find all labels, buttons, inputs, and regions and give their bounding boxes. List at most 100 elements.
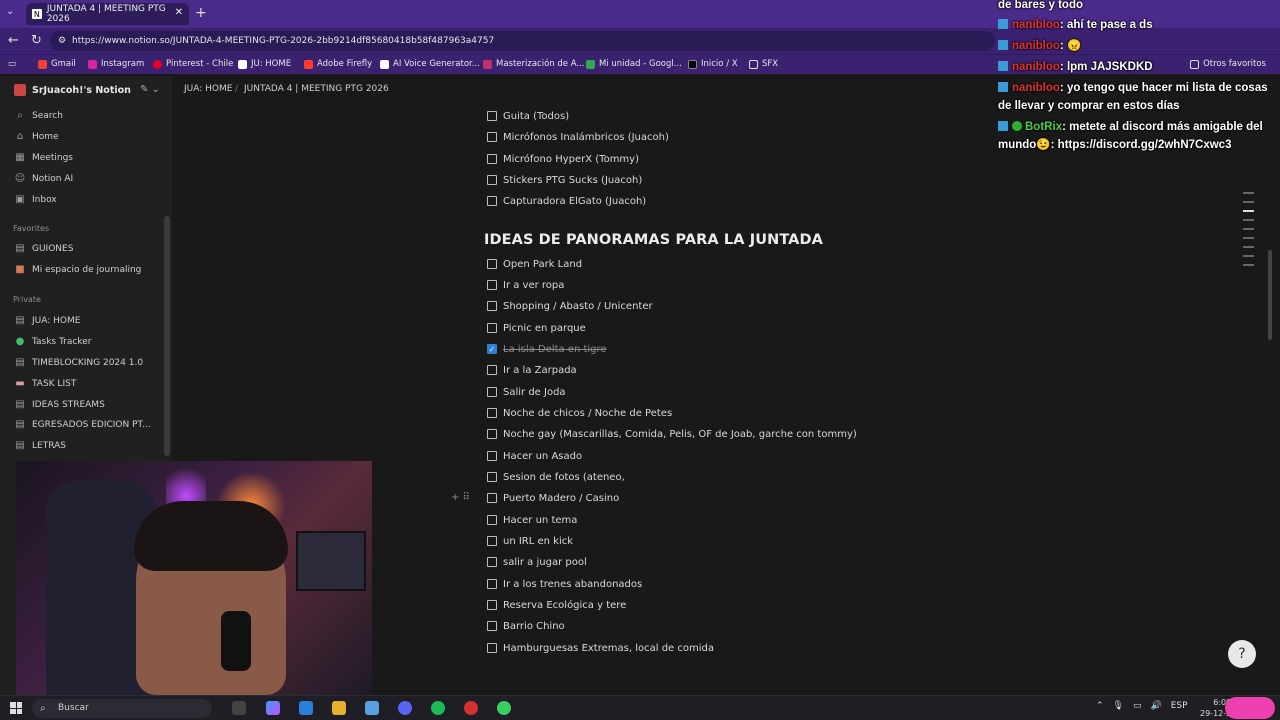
todo-item[interactable]: Stickers PTG Sucks (Juacoh): [487, 172, 642, 188]
breadcrumb-current[interactable]: JUNTADA 4 | MEETING PTG 2026: [244, 84, 389, 94]
bookmark-masterizacion[interactable]: Masterización de A...: [483, 59, 584, 69]
outline-marker[interactable]: [1243, 264, 1254, 266]
todo-item[interactable]: Ir a la Zarpada: [487, 362, 577, 378]
spotify-icon[interactable]: [431, 701, 445, 715]
language-indicator[interactable]: ESP: [1171, 701, 1188, 711]
tab-menu-icon[interactable]: ⌄: [6, 6, 14, 17]
workspace-switcher[interactable]: SrJuacoh!'s Notion: [14, 84, 131, 96]
outline-marker[interactable]: [1243, 219, 1254, 221]
checkbox[interactable]: [487, 365, 497, 375]
checkbox[interactable]: [487, 643, 497, 653]
app-icon[interactable]: [497, 701, 511, 715]
volume-icon[interactable]: 🔊: [1151, 701, 1162, 711]
breadcrumb-root[interactable]: JUA: HOME: [184, 84, 232, 94]
copilot-icon[interactable]: [266, 701, 280, 715]
checkbox[interactable]: [487, 515, 497, 525]
checked-checkbox-icon[interactable]: ✓: [487, 344, 497, 354]
todo-item[interactable]: Guita (Todos): [487, 108, 569, 124]
bookmark-sfx[interactable]: SFX: [749, 59, 778, 69]
sidebar-item-guiones[interactable]: ▤ GUIONES: [14, 243, 73, 254]
sidebar-item-timeblocking[interactable]: ▤ TIMEBLOCKING 2024 1.0: [14, 357, 143, 368]
outline-marker[interactable]: [1243, 201, 1254, 203]
sidebar-item-journaling[interactable]: ■ Mi espacio de journaling: [14, 264, 141, 275]
task-view-icon[interactable]: [232, 701, 246, 715]
obs-icon[interactable]: [464, 701, 478, 715]
todo-item[interactable]: Micrófonos Inalámbricos (Juacoh): [487, 129, 669, 145]
todo-item[interactable]: Barrio Chino: [487, 618, 565, 634]
help-icon[interactable]: ?: [1228, 640, 1256, 668]
bookmark-ju-home[interactable]: JU: HOME: [238, 59, 291, 69]
bookmark-gmail[interactable]: Gmail: [38, 59, 76, 69]
checkbox[interactable]: [487, 557, 497, 567]
todo-item[interactable]: Noche de chicos / Noche de Petes: [487, 405, 672, 421]
bookmark-x[interactable]: Inicio / X: [688, 59, 738, 69]
checkbox[interactable]: [487, 132, 497, 142]
sidebar-item-inbox[interactable]: ▣ Inbox: [14, 194, 56, 205]
outline-marker[interactable]: [1243, 192, 1254, 194]
sidebar-item-task-list[interactable]: ▬ TASK LIST: [14, 378, 76, 389]
network-icon[interactable]: ▭: [1133, 701, 1142, 711]
checkbox[interactable]: [487, 387, 497, 397]
url-field[interactable]: ⚙ https://www.notion.so/JUNTADA-4-MEETIN…: [50, 31, 995, 51]
sidebar-item-ideas-streams[interactable]: ▤ IDEAS STREAMS: [14, 399, 105, 410]
checkbox[interactable]: [487, 259, 497, 269]
todo-item[interactable]: Micrófono HyperX (Tommy): [487, 151, 639, 167]
todo-item[interactable]: Picnic en parque: [487, 320, 586, 336]
discord-icon[interactable]: [398, 701, 412, 715]
site-info-icon[interactable]: ⚙: [58, 31, 66, 51]
todo-item[interactable]: Puerto Madero / Casino: [487, 490, 619, 506]
file-explorer-icon[interactable]: [332, 701, 346, 715]
drag-handle-icon[interactable]: + ⠿: [451, 492, 470, 503]
todo-item[interactable]: Hacer un tema: [487, 512, 577, 528]
checkbox[interactable]: [487, 323, 497, 333]
todo-item[interactable]: un IRL en kick: [487, 533, 573, 549]
reload-icon[interactable]: ↻: [31, 33, 42, 48]
outline-marker[interactable]: [1243, 237, 1254, 239]
checkbox[interactable]: [487, 111, 497, 121]
outline-marker[interactable]: [1243, 255, 1254, 257]
new-page-icon[interactable]: ✎ ⌄: [140, 84, 160, 95]
checkbox[interactable]: [487, 536, 497, 546]
sidebar-item-notion-ai[interactable]: ☺ Notion AI: [14, 173, 73, 184]
checkbox[interactable]: [487, 280, 497, 290]
bookmark-google-drive[interactable]: Mi unidad - Googl...: [586, 59, 682, 69]
windows-start-icon[interactable]: [10, 702, 22, 714]
checkbox[interactable]: [487, 175, 497, 185]
sidebar-scrollbar[interactable]: [164, 216, 170, 456]
close-tab-icon[interactable]: ✕: [175, 7, 183, 18]
todo-item[interactable]: Sesion de fotos (ateneo,: [487, 469, 625, 485]
microphone-icon[interactable]: 🎙: [1113, 701, 1124, 711]
sidebar-item-meetings[interactable]: ▦ Meetings: [14, 152, 73, 163]
todo-item[interactable]: Ir a los trenes abandonados: [487, 576, 642, 592]
browser-tab[interactable]: N JUNTADA 4 | MEETING PTG 2026 ✕: [26, 3, 189, 25]
new-tab-icon[interactable]: +: [195, 5, 207, 21]
todo-item[interactable]: Capturadora ElGato (Juacoh): [487, 193, 646, 209]
checkbox[interactable]: [487, 154, 497, 164]
bookmarks-menu-icon[interactable]: ▭: [8, 59, 16, 69]
sidebar-item-tasks-tracker[interactable]: ● Tasks Tracker: [14, 336, 92, 347]
bookmark-pinterest[interactable]: Pinterest - Chile: [153, 59, 233, 69]
edge-icon[interactable]: [299, 701, 313, 715]
checkbox[interactable]: [487, 600, 497, 610]
todo-item[interactable]: Hamburguesas Extremas, local de comida: [487, 640, 714, 656]
page-scrollbar[interactable]: [1268, 250, 1272, 340]
checkbox[interactable]: [487, 408, 497, 418]
todo-item[interactable]: Hacer un Asado: [487, 448, 582, 464]
store-icon[interactable]: [365, 701, 379, 715]
checkbox[interactable]: [487, 621, 497, 631]
outline-marker[interactable]: [1243, 228, 1254, 230]
outline-marker-active[interactable]: [1243, 210, 1254, 212]
bookmark-ai-voice[interactable]: AI Voice Generator...: [380, 59, 480, 69]
tray-chevron-icon[interactable]: ⌃: [1096, 701, 1104, 711]
todo-item[interactable]: salir a jugar pool: [487, 554, 587, 570]
checkbox[interactable]: [487, 472, 497, 482]
todo-item[interactable]: Shopping / Abasto / Unicenter: [487, 298, 653, 314]
sidebar-item-egresados[interactable]: ▤ EGRESADOS EDICION PT...: [14, 419, 150, 430]
back-icon[interactable]: ←: [8, 33, 19, 48]
checkbox[interactable]: [487, 429, 497, 439]
taskbar-search[interactable]: ⌕ Buscar: [32, 699, 212, 718]
todo-item[interactable]: Open Park Land: [487, 256, 582, 272]
sidebar-item-jua-home[interactable]: ▤ JUA: HOME: [14, 315, 80, 326]
sidebar-item-search[interactable]: ⌕ Search: [14, 110, 63, 121]
checkbox[interactable]: [487, 196, 497, 206]
